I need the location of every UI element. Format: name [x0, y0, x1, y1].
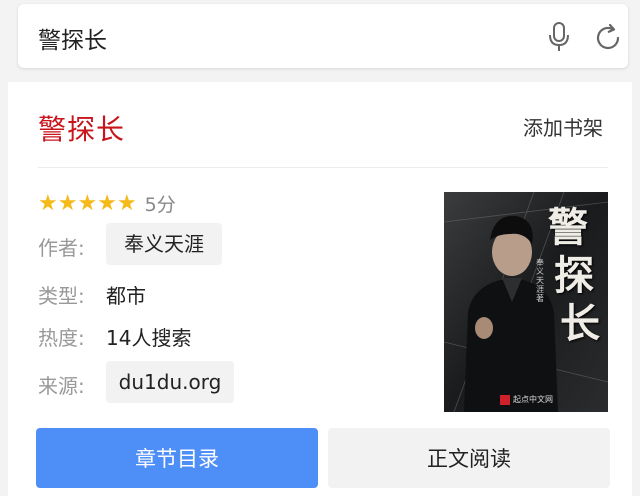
rating-score: 5分: [144, 194, 176, 216]
cover-title: 警 探 长: [548, 204, 600, 347]
source-chip[interactable]: du1du.org: [106, 361, 234, 403]
star-icon: ★: [97, 190, 117, 216]
heat-value: 14人搜索: [106, 326, 192, 350]
chapter-list-button[interactable]: 章节目录: [36, 428, 318, 488]
star-icon: ★: [57, 190, 78, 216]
publisher-icon: [500, 394, 510, 405]
book-card: 警探长 添加书架 ★ ★ ★ ★ ★ 5分 作者: 奉义天涯 类型: 都市 热度…: [8, 82, 632, 496]
microphone-icon[interactable]: [546, 21, 572, 53]
author-chip[interactable]: 奉义天涯: [106, 223, 222, 265]
publisher-logo: 起点中文网: [500, 394, 553, 405]
read-text-button[interactable]: 正文阅读: [328, 428, 610, 488]
star-icon: ★: [38, 190, 58, 216]
refresh-icon[interactable]: [592, 22, 624, 54]
source-label: 来源:: [38, 374, 85, 398]
divider: [38, 167, 608, 168]
author-label: 作者:: [38, 236, 85, 260]
search-input[interactable]: 警探长: [38, 21, 107, 55]
star-icon: ★: [77, 190, 98, 216]
book-title[interactable]: 警探长: [38, 108, 125, 148]
star-icon: ★: [116, 190, 137, 216]
type-value: 都市: [106, 284, 146, 308]
rating: ★ ★ ★ ★ ★ 5分: [38, 190, 176, 217]
search-bar[interactable]: 警探长: [18, 4, 628, 68]
add-to-shelf-button[interactable]: 添加书架: [523, 112, 603, 141]
type-label: 类型:: [38, 284, 85, 308]
cover-author: 奉义天涯 著: [536, 258, 544, 303]
search-area: 警探长: [0, 0, 640, 82]
book-cover[interactable]: 警 探 长 奉义天涯 著 起点中文网: [444, 192, 608, 412]
heat-label: 热度:: [38, 326, 85, 350]
